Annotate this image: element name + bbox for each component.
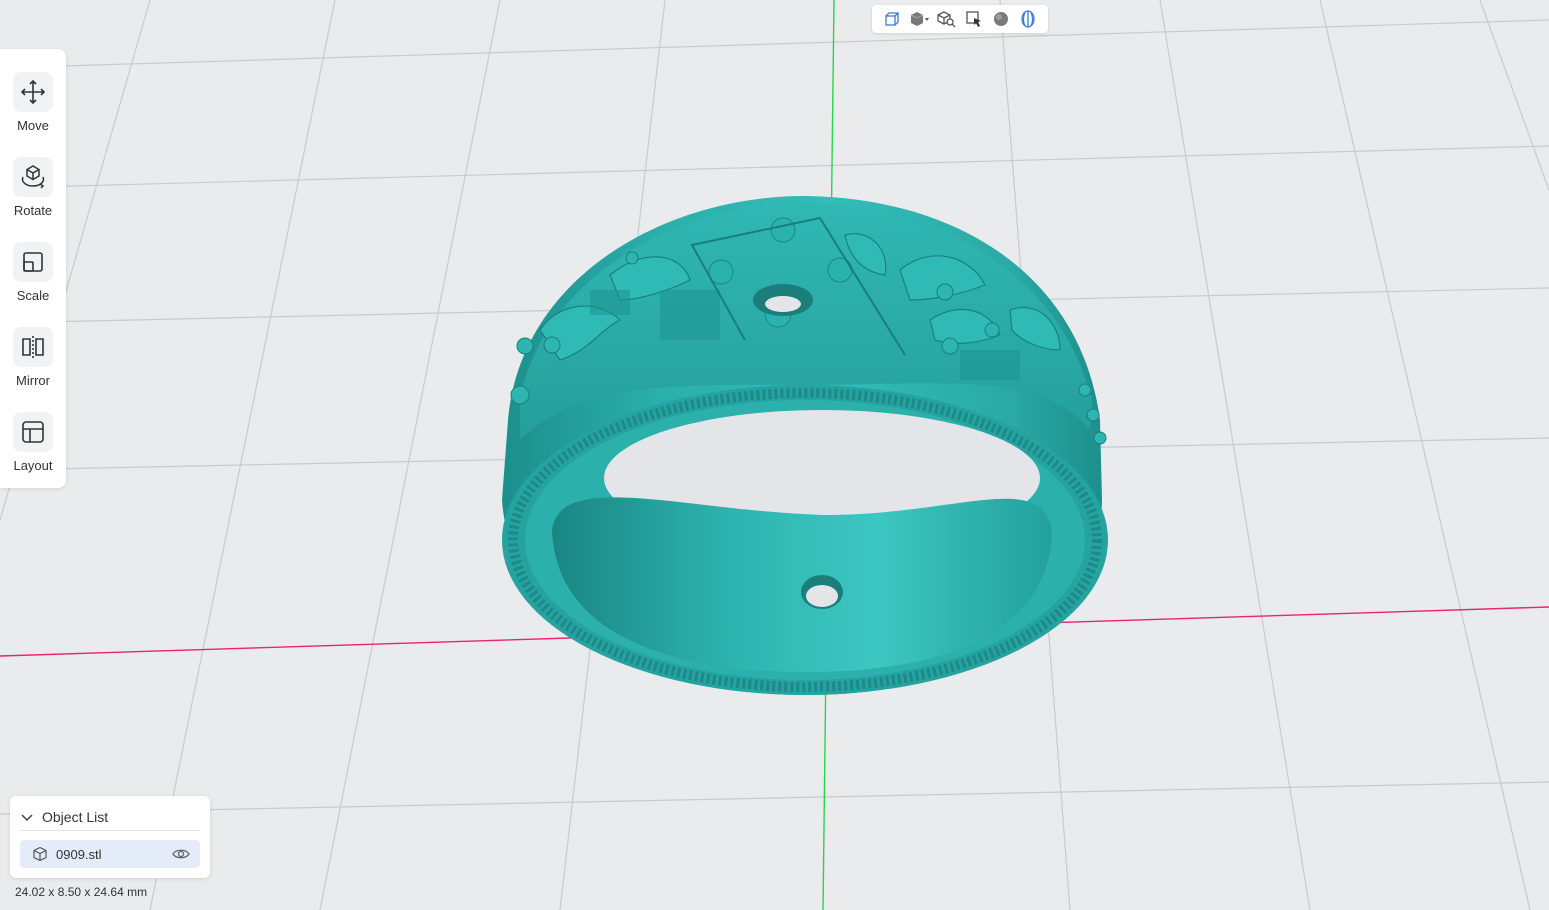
mirror-label: Mirror	[16, 373, 50, 388]
object-list-panel: Object List 0909.stl	[10, 796, 210, 878]
wireframe-shell-icon[interactable]	[1017, 8, 1039, 30]
scale-tool-button[interactable]: Scale	[0, 242, 66, 322]
scene-canvas[interactable]	[0, 0, 1549, 910]
model-dimensions: 24.02 x 8.50 x 24.64 mm	[15, 885, 148, 899]
rotate-label: Rotate	[13, 203, 53, 218]
chevron-down-icon[interactable]	[20, 810, 34, 824]
layout-label: Layout	[13, 458, 53, 473]
layout-tool-button[interactable]: Layout	[0, 412, 66, 492]
layout-icon	[13, 412, 53, 452]
move-label: Move	[17, 118, 49, 133]
view-toolbar	[872, 5, 1048, 33]
object-name: 0909.stl	[56, 846, 102, 862]
visibility-eye-icon[interactable]	[172, 846, 190, 862]
rotate-tool-button[interactable]: Rotate	[0, 157, 66, 237]
cube-icon	[32, 846, 48, 862]
solid-cube-dropdown-icon[interactable]	[908, 8, 930, 30]
object-list-title: Object List	[42, 809, 109, 825]
3d-viewport[interactable]	[0, 0, 1549, 910]
object-list-item[interactable]: 0909.stl	[20, 840, 200, 868]
scale-label: Scale	[16, 288, 50, 303]
material-sphere-icon[interactable]	[990, 8, 1012, 30]
tool-panel: Move Rotate Scale Mirror Layout	[0, 49, 66, 488]
view-cube-icon[interactable]	[881, 8, 903, 30]
mirror-icon	[13, 327, 53, 367]
select-cursor-icon[interactable]	[963, 8, 985, 30]
rotate-cube-icon	[13, 157, 53, 197]
scale-box-icon	[13, 242, 53, 282]
move-arrows-icon	[13, 72, 53, 112]
object-list-header[interactable]: Object List	[20, 804, 200, 831]
move-tool-button[interactable]: Move	[0, 72, 66, 152]
mirror-tool-button[interactable]: Mirror	[0, 327, 66, 407]
ring-model[interactable]	[502, 196, 1108, 695]
zoom-fit-cube-icon[interactable]	[935, 8, 957, 30]
